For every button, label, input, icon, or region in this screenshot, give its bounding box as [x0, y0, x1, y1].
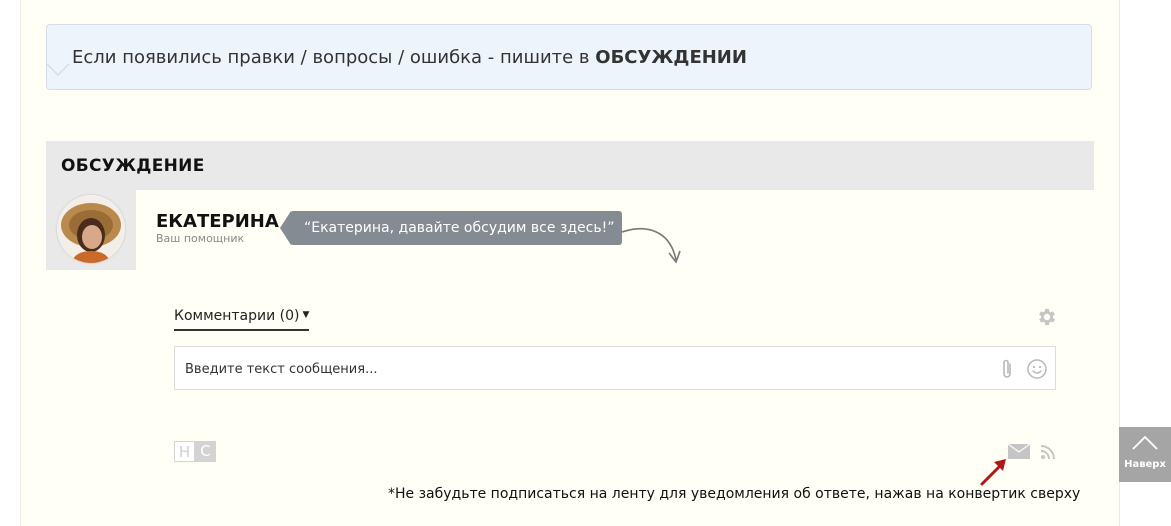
caret-down-icon: ▼: [302, 310, 310, 320]
chevron-up-icon: [1132, 435, 1158, 450]
comments-tab-label: Комментарии (0): [174, 308, 300, 324]
notice-tail-inner: [47, 63, 69, 74]
discussion-title: ОБСУЖДЕНИЕ: [61, 156, 205, 176]
discussion-header: ОБСУЖДЕНИЕ: [46, 141, 1094, 190]
arrow-pointer-icon: [980, 459, 1006, 486]
paperclip-icon[interactable]: [997, 358, 1017, 380]
notice-emphasis: ОБСУЖДЕНИИ: [595, 47, 747, 68]
envelope-icon[interactable]: [1007, 443, 1031, 459]
scroll-top-label: Наверх: [1124, 459, 1166, 470]
avatar-box: [46, 190, 136, 270]
comments-tab[interactable]: Комментарии (0) ▼: [174, 308, 310, 331]
hypercomments-logo[interactable]: НС: [174, 441, 216, 462]
scroll-top-button[interactable]: Наверх: [1119, 427, 1171, 482]
curved-arrow-icon: [621, 228, 681, 264]
comment-input[interactable]: [183, 355, 987, 383]
avatar-image: [57, 195, 125, 263]
smile-icon[interactable]: [1026, 358, 1048, 380]
subscribe-note: *Не забудьте подписаться на ленту для ув…: [388, 486, 1081, 502]
helper-name: ЕКАТЕРИНА: [156, 211, 279, 232]
helper-role: Ваш помощник: [156, 232, 245, 245]
helper-speech-bubble: “Екатерина, давайте обсудим все здесь!”: [290, 211, 622, 245]
avatar: [57, 195, 125, 263]
logo-letter-h: Н: [174, 441, 195, 462]
comment-input-box: [174, 346, 1056, 390]
notice-banner: Если появились правки / вопросы / ошибка…: [46, 24, 1092, 90]
logo-letter-c: С: [195, 441, 216, 462]
rss-icon[interactable]: [1040, 444, 1056, 460]
gear-icon[interactable]: [1036, 306, 1058, 328]
notice-plain: Если появились правки / вопросы / ошибка…: [72, 47, 596, 68]
notice-text: Если появились правки / вопросы / ошибка…: [72, 47, 747, 68]
